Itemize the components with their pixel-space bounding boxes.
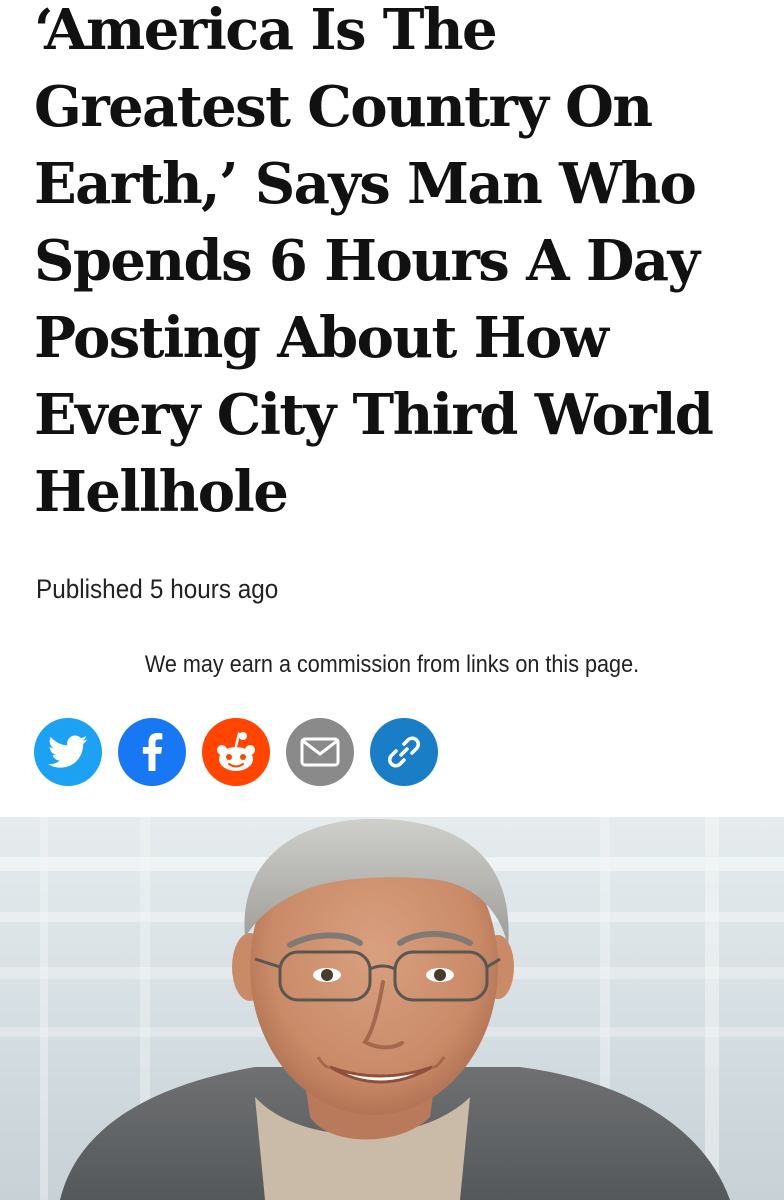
email-share-button[interactable] [286, 718, 354, 786]
article-headline: ‘America Is The Greatest Country On Eart… [34, 0, 714, 525]
facebook-f-icon [142, 733, 163, 771]
share-bar [34, 718, 438, 786]
facebook-share-button[interactable] [118, 718, 186, 786]
affiliate-disclaimer: We may earn a commission from links on t… [144, 651, 640, 678]
reddit-alien-icon [217, 732, 255, 771]
chain-link-icon [388, 736, 420, 768]
article-page: ‘America Is The Greatest Country On Eart… [0, 0, 784, 1200]
published-label: Published [36, 574, 143, 604]
copy-link-button[interactable] [370, 718, 438, 786]
hero-photo-illustration [0, 817, 784, 1200]
twitter-bird-icon [48, 735, 88, 768]
twitter-share-button[interactable] [34, 718, 102, 786]
published-line: Published 5 hours ago [36, 574, 278, 605]
hero-image [0, 817, 784, 1200]
published-time: 5 hours ago [149, 574, 279, 604]
reddit-share-button[interactable] [202, 718, 270, 786]
envelope-icon [300, 737, 340, 767]
